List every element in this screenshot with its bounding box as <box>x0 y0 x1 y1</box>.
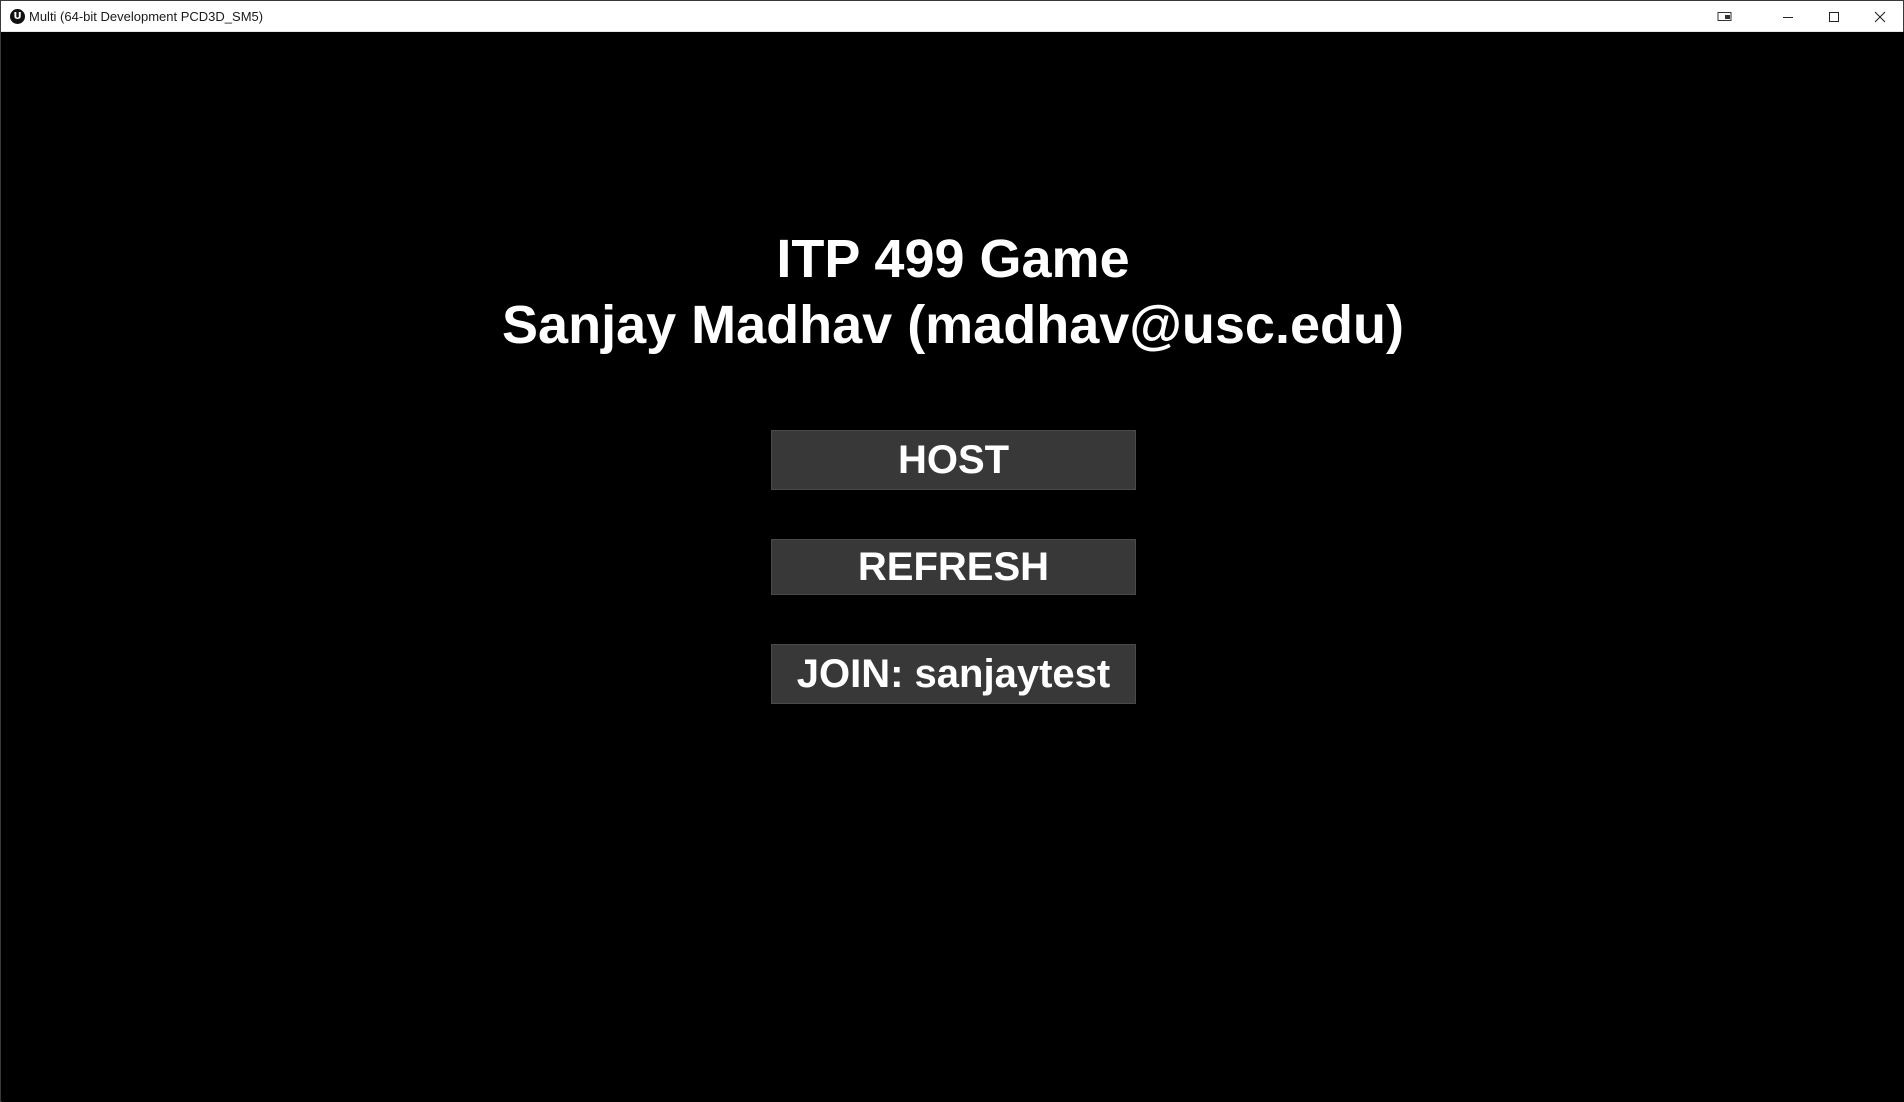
unreal-engine-icon: U <box>10 9 25 24</box>
author-credit: Sanjay Madhav (madhav@usc.edu) <box>502 295 1404 355</box>
join-session-button[interactable]: JOIN: sanjaytest <box>771 644 1136 704</box>
close-button[interactable] <box>1857 1 1903 32</box>
game-viewport: ITP 499 Game Sanjay Madhav (madhav@usc.e… <box>2 32 1904 1102</box>
game-title: ITP 499 Game <box>776 229 1130 289</box>
minimize-icon <box>1782 11 1794 23</box>
maximize-button[interactable] <box>1811 1 1857 32</box>
gamebar-icon <box>1717 11 1733 23</box>
game-window: U Multi (64-bit Development PCD3D_SM5) I… <box>0 0 1904 1102</box>
close-icon <box>1874 11 1886 23</box>
window-title: Multi (64-bit Development PCD3D_SM5) <box>29 9 264 24</box>
gamebar-button[interactable] <box>1702 1 1748 32</box>
host-button[interactable]: HOST <box>771 430 1136 490</box>
minimize-button[interactable] <box>1765 1 1811 32</box>
window-titlebar[interactable]: U Multi (64-bit Development PCD3D_SM5) <box>1 1 1903 32</box>
maximize-icon <box>1828 11 1840 23</box>
refresh-button[interactable]: REFRESH <box>771 539 1136 595</box>
